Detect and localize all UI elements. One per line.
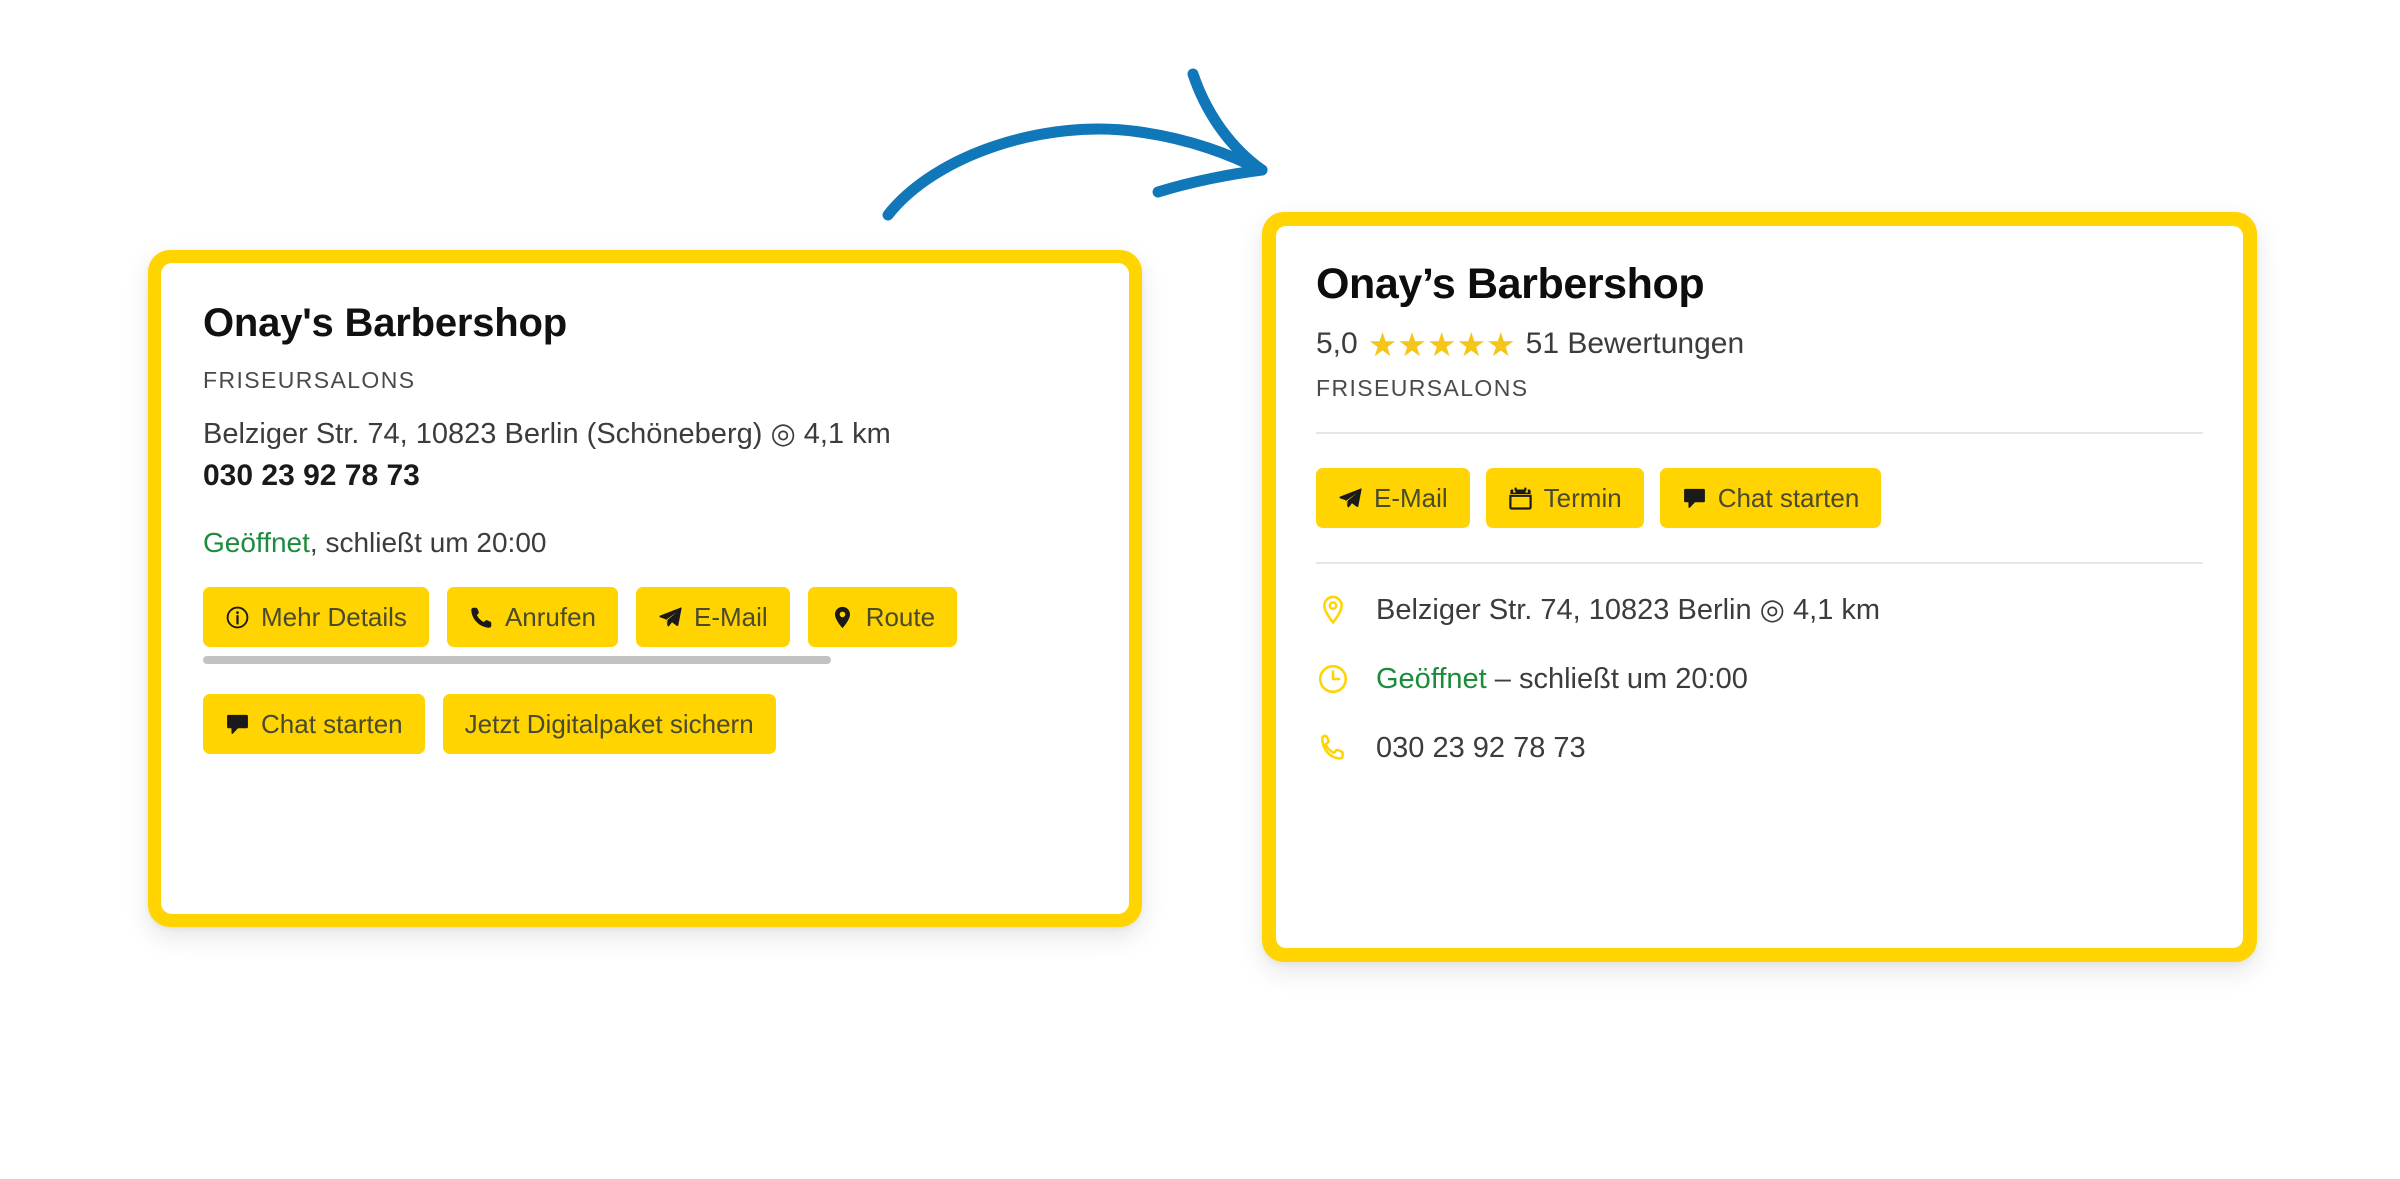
star-rating-icon: ★★★★★ bbox=[1367, 325, 1516, 363]
old-digital-package-button[interactable]: Jetzt Digitalpaket sichern bbox=[442, 694, 776, 754]
old-route-button[interactable]: Route bbox=[807, 587, 958, 647]
old-digital-package-label: Jetzt Digitalpaket sichern bbox=[464, 709, 754, 739]
old-start-chat-button[interactable]: Chat starten bbox=[203, 694, 425, 754]
paper-plane-icon bbox=[1338, 486, 1363, 511]
new-info-phone[interactable]: 030 23 92 78 73 bbox=[1316, 731, 2203, 765]
new-appointment-button[interactable]: Termin bbox=[1485, 468, 1644, 529]
new-listing-card-body: Onay’s Barbershop 5,0 ★★★★★ 51 Bewertung… bbox=[1276, 226, 2243, 948]
chat-bubble-icon bbox=[225, 712, 250, 737]
old-call-button[interactable]: Anrufen bbox=[446, 587, 619, 647]
old-business-category: FRISEURSALONS bbox=[203, 367, 416, 393]
new-start-chat-label: Chat starten bbox=[1717, 483, 1860, 514]
old-action-row-secondary: Chat starten Jetzt Digitalpaket sichern bbox=[203, 694, 1087, 754]
new-appointment-label: Termin bbox=[1543, 483, 1622, 514]
new-business-category: FRISEURSALONS bbox=[1316, 375, 1529, 402]
map-pin-icon bbox=[830, 605, 855, 630]
phone-outline-icon bbox=[1316, 731, 1350, 765]
old-action-row-primary: Mehr Details Anrufen E-Mail Route bbox=[203, 587, 1087, 647]
old-call-label: Anrufen bbox=[504, 602, 597, 632]
new-review-count: 51 Bewertungen bbox=[1525, 327, 1745, 361]
old-closing-time: , schließt um 20:00 bbox=[309, 527, 547, 558]
old-action-scroll-area: Mehr Details Anrufen E-Mail Route bbox=[203, 587, 1087, 664]
new-action-row: E-Mail Termin Chat starten bbox=[1316, 434, 2203, 562]
old-action-row-scrollbar[interactable] bbox=[203, 656, 831, 664]
old-email-label: E-Mail bbox=[694, 602, 768, 632]
clock-outline-icon bbox=[1316, 662, 1350, 696]
new-info-list: Belziger Str. 74, 10823 Berlin ◎ 4,1 km … bbox=[1316, 564, 2203, 765]
old-address: Belziger Str. 74, 10823 Berlin (Schönebe… bbox=[203, 418, 891, 450]
new-email-button[interactable]: E-Mail bbox=[1316, 468, 1470, 529]
old-listing-card: Onay's Barbershop FRISEURSALONS Belziger… bbox=[148, 250, 1142, 927]
new-info-address[interactable]: Belziger Str. 74, 10823 Berlin ◎ 4,1 km bbox=[1316, 592, 2203, 627]
new-rating-value: 5,0 bbox=[1316, 327, 1358, 361]
calendar-icon bbox=[1508, 486, 1533, 511]
transition-arrow-icon bbox=[882, 68, 1268, 221]
paper-plane-icon bbox=[658, 605, 683, 630]
map-pin-outline-icon bbox=[1316, 593, 1350, 627]
old-more-details-label: Mehr Details bbox=[261, 602, 407, 632]
old-opening-status: Geöffnet, schließt um 20:00 bbox=[203, 527, 1087, 559]
new-business-name: Onay’s Barbershop bbox=[1316, 260, 1705, 308]
new-rating-row: 5,0 ★★★★★ 51 Bewertungen bbox=[1316, 327, 2203, 361]
new-listing-card: Onay’s Barbershop 5,0 ★★★★★ 51 Bewertung… bbox=[1262, 212, 2257, 962]
phone-icon bbox=[469, 605, 494, 630]
old-email-button[interactable]: E-Mail bbox=[636, 587, 790, 647]
new-hours-text: Geöffnet – schließt um 20:00 bbox=[1376, 663, 1748, 696]
old-more-details-button[interactable]: Mehr Details bbox=[203, 587, 429, 647]
info-icon bbox=[225, 605, 250, 630]
new-info-hours[interactable]: Geöffnet – schließt um 20:00 bbox=[1316, 662, 2203, 696]
old-business-name: Onay's Barbershop bbox=[203, 301, 568, 345]
old-listing-card-body: Onay's Barbershop FRISEURSALONS Belziger… bbox=[161, 263, 1129, 914]
new-open-label: Geöffnet bbox=[1376, 662, 1487, 695]
old-route-label: Route bbox=[865, 602, 936, 632]
old-open-label: Geöffnet bbox=[203, 527, 310, 558]
new-email-label: E-Mail bbox=[1374, 483, 1448, 514]
old-start-chat-label: Chat starten bbox=[261, 709, 403, 739]
new-phone-text: 030 23 92 78 73 bbox=[1376, 731, 1586, 764]
new-closing-time: – schließt um 20:00 bbox=[1486, 662, 1748, 695]
chat-bubble-icon bbox=[1682, 486, 1707, 511]
new-start-chat-button[interactable]: Chat starten bbox=[1659, 468, 1882, 529]
old-phone-number: 030 23 92 78 73 bbox=[203, 459, 420, 492]
new-address-text: Belziger Str. 74, 10823 Berlin ◎ 4,1 km bbox=[1376, 594, 1881, 627]
